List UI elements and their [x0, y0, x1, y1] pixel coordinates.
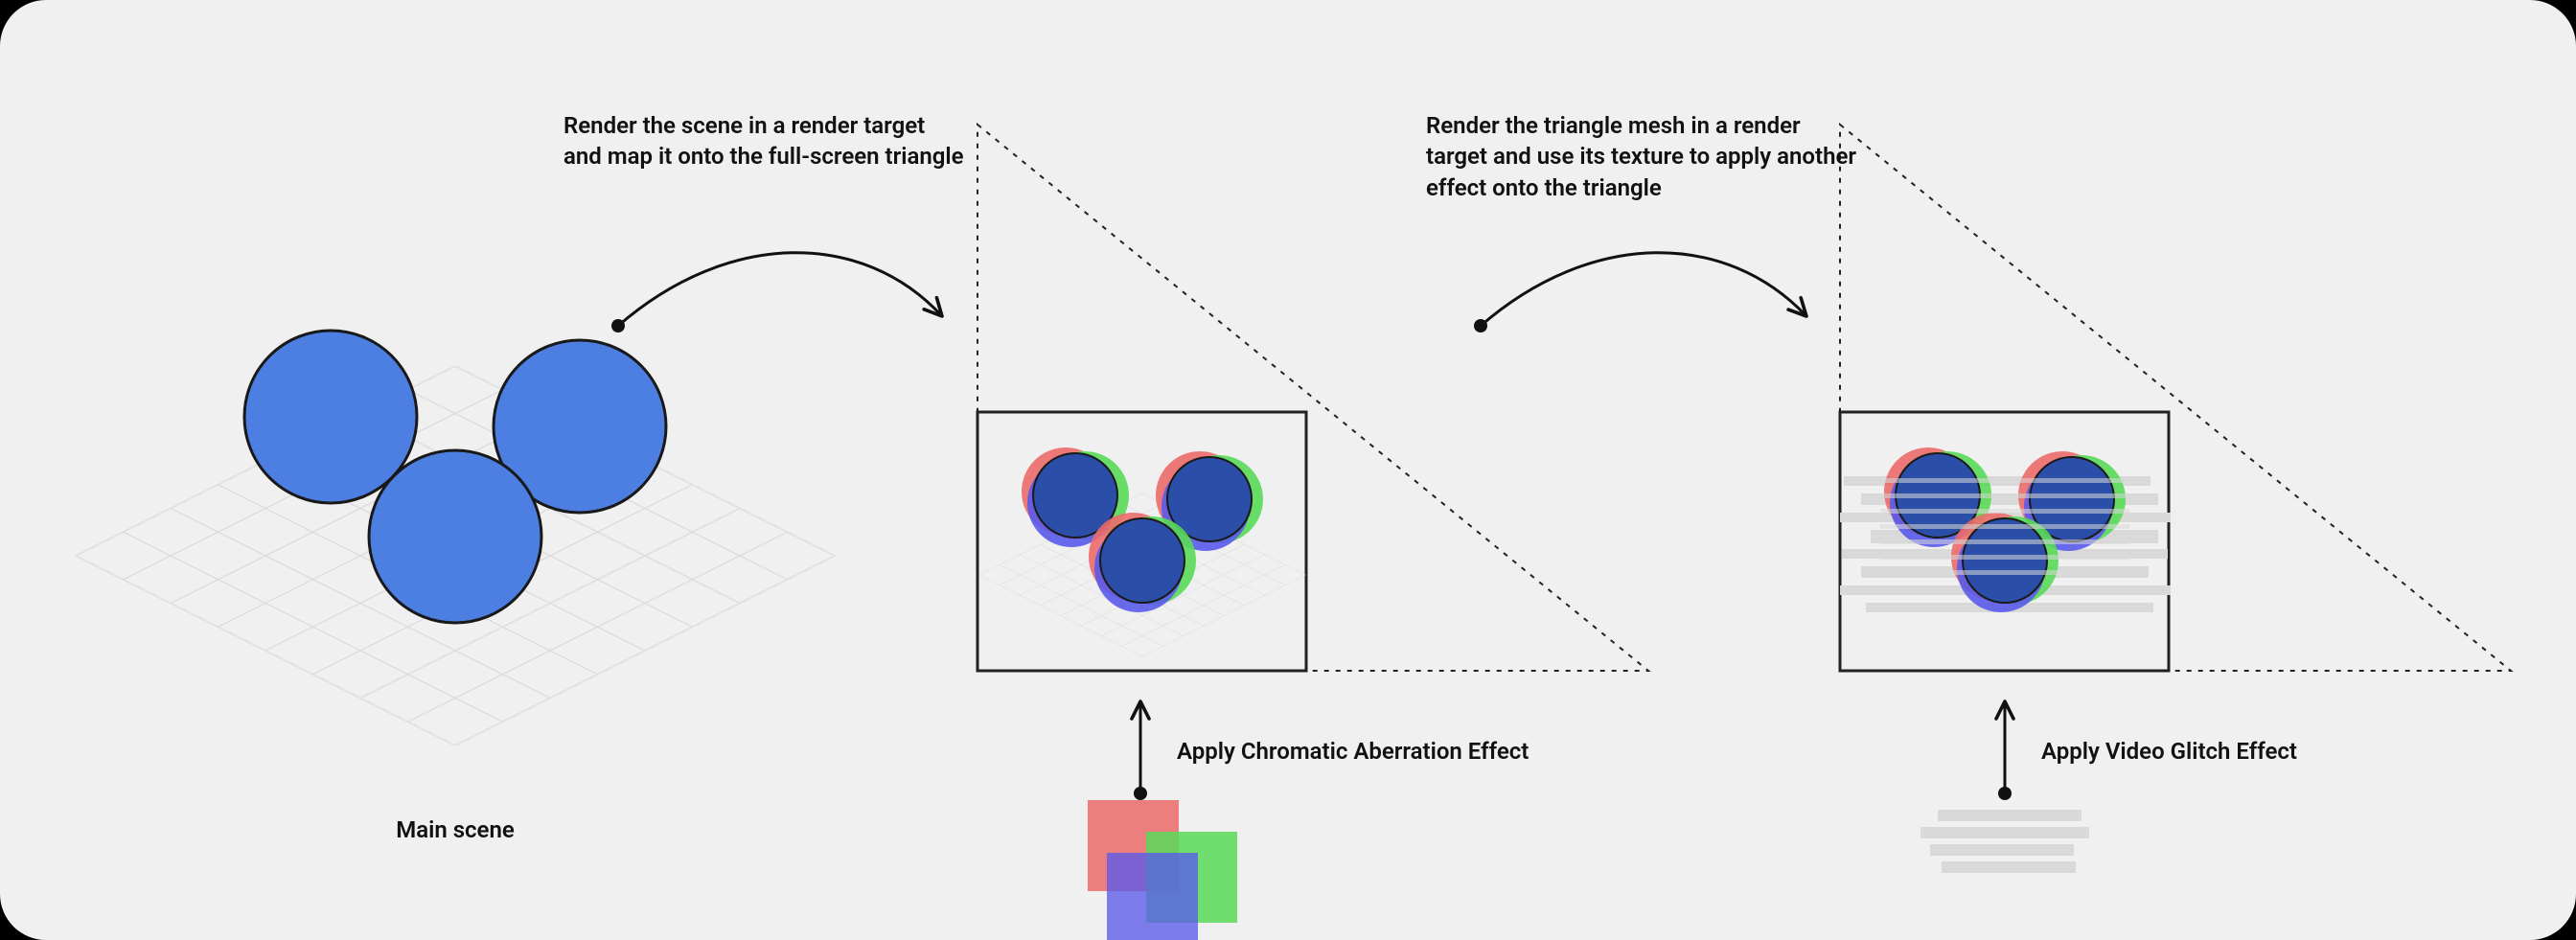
label-arrow1: Render the scene in a render target and …: [564, 110, 966, 172]
label-arrow2: Render the triangle mesh in a render tar…: [1426, 110, 1867, 203]
arrow-apply-glitch: [1998, 701, 2012, 800]
chromatic-squares-icon: [1088, 800, 1237, 940]
panel-triangle-glitch: [1840, 125, 2511, 671]
diagram-svg: [0, 0, 2576, 940]
label-main-scene: Main scene: [331, 814, 580, 845]
diagram-canvas: Main scene Render the scene in a render …: [0, 0, 2576, 940]
arrow-scene-to-triangle: [611, 253, 942, 332]
arrow-apply-chromatic: [1134, 701, 1147, 800]
label-apply-chromatic: Apply Chromatic Aberration Effect: [1177, 736, 1529, 767]
glitch-bars-icon: [1920, 810, 2089, 873]
arrow-triangle-to-triangle: [1474, 253, 1806, 332]
label-apply-glitch: Apply Video Glitch Effect: [2041, 736, 2297, 767]
panel-triangle-chromatic: [978, 125, 1648, 671]
